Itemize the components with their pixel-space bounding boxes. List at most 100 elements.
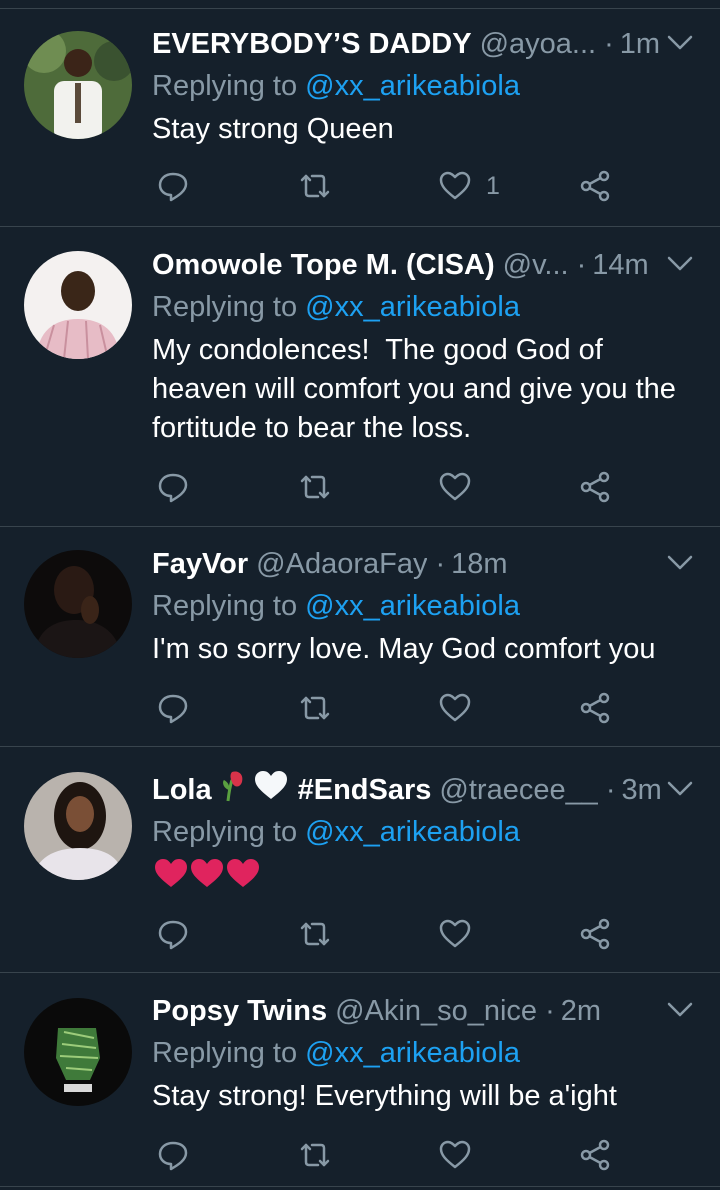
username[interactable]: @Akin_so_nice xyxy=(335,991,537,1031)
retweet-button[interactable] xyxy=(298,1135,332,1175)
reply-prefix: Replying to xyxy=(152,1037,298,1069)
like-button[interactable] xyxy=(438,688,472,728)
tweet[interactable]: Lola #EndSars @traecee__ · 3m Replying t… xyxy=(0,770,720,970)
red-heart-icon xyxy=(155,859,187,887)
divider xyxy=(0,746,720,747)
chevron-down-icon[interactable] xyxy=(666,253,694,275)
red-heart-icon xyxy=(227,859,259,887)
chevron-down-icon[interactable] xyxy=(666,778,694,800)
tweet-text: Stay strong! Everything will be a'ight xyxy=(152,1080,617,1112)
reply-prefix: Replying to xyxy=(152,70,298,102)
username[interactable]: @traecee__ xyxy=(439,770,597,810)
chevron-down-icon[interactable] xyxy=(666,32,694,54)
tweet-header: Popsy Twins @Akin_so_nice · 2m xyxy=(152,991,668,1031)
retweet-button[interactable] xyxy=(298,166,332,206)
like-button[interactable] xyxy=(438,467,472,507)
reply-button[interactable] xyxy=(156,688,190,728)
display-name[interactable]: Popsy Twins xyxy=(152,991,327,1031)
like-button[interactable] xyxy=(438,914,472,954)
share-button[interactable] xyxy=(578,166,612,206)
share-button[interactable] xyxy=(578,1135,612,1175)
retweet-icon xyxy=(300,696,330,720)
share-icon xyxy=(580,1139,610,1171)
avatar[interactable] xyxy=(24,251,132,359)
heart-icon xyxy=(439,693,471,722)
chevron-down-icon[interactable] xyxy=(666,999,694,1021)
timestamp[interactable]: 3m xyxy=(622,770,662,810)
divider xyxy=(0,526,720,527)
tweet-header: Lola #EndSars @traecee__ · 3m xyxy=(152,770,668,810)
reply-mention[interactable]: @xx_arikeabiola xyxy=(305,1037,520,1069)
retweet-button[interactable] xyxy=(298,688,332,728)
tweet-text: My condolences! The good God of heaven w… xyxy=(152,334,684,444)
tweet-text: I'm so sorry love. May God comfort you xyxy=(152,633,656,665)
reply-button[interactable] xyxy=(156,467,190,507)
divider xyxy=(0,972,720,973)
reply-icon xyxy=(158,1141,188,1171)
tweet-text: Stay strong Queen xyxy=(152,113,394,145)
display-name[interactable]: Omowole Tope M. (CISA) xyxy=(152,245,495,285)
timestamp[interactable]: 1m xyxy=(620,24,660,64)
tweet-text xyxy=(152,858,700,894)
like-button[interactable]: 1 xyxy=(438,166,500,206)
retweet-icon xyxy=(300,174,330,198)
username[interactable]: @AdaoraFay xyxy=(256,544,427,584)
display-name-hashtag[interactable]: #EndSars xyxy=(298,770,432,810)
like-count: 1 xyxy=(486,171,500,200)
action-bar xyxy=(0,1135,720,1175)
divider xyxy=(0,1186,720,1187)
display-name[interactable]: FayVor xyxy=(152,544,248,584)
separator-dot: · xyxy=(435,548,446,580)
timestamp[interactable]: 2m xyxy=(561,991,601,1031)
tweet[interactable]: FayVor @AdaoraFay · 18m Replying to @xx_… xyxy=(0,544,720,744)
retweet-button[interactable] xyxy=(298,914,332,954)
reply-button[interactable] xyxy=(156,166,190,206)
reply-prefix: Replying to xyxy=(152,291,298,323)
timestamp[interactable]: 14m xyxy=(592,245,648,285)
reply-mention[interactable]: @xx_arikeabiola xyxy=(305,70,520,102)
avatar[interactable] xyxy=(24,31,132,139)
reply-icon xyxy=(158,172,188,202)
action-bar xyxy=(0,688,720,728)
tweet[interactable]: Omowole Tope M. (CISA) @v... · 14m Reply… xyxy=(0,245,720,525)
heart-icon xyxy=(439,472,471,501)
retweet-icon xyxy=(300,1143,330,1167)
heart-icon xyxy=(439,171,471,200)
reply-mention[interactable]: @xx_arikeabiola xyxy=(305,291,520,323)
like-button[interactable] xyxy=(438,1135,472,1175)
avatar[interactable] xyxy=(24,998,132,1106)
heart-icon xyxy=(439,1140,471,1169)
reply-button[interactable] xyxy=(156,914,190,954)
username[interactable]: @ayoa... xyxy=(480,24,597,64)
white-heart-icon xyxy=(254,770,288,810)
display-name[interactable]: Lola xyxy=(152,770,212,810)
share-button[interactable] xyxy=(578,467,612,507)
share-button[interactable] xyxy=(578,914,612,954)
reply-icon xyxy=(158,920,188,950)
separator-dot: · xyxy=(576,249,587,281)
avatar[interactable] xyxy=(24,772,132,880)
reply-mention[interactable]: @xx_arikeabiola xyxy=(305,590,520,622)
username[interactable]: @v... xyxy=(503,245,569,285)
wilted-flower-icon xyxy=(220,770,246,810)
tweet-header: EVERYBODY’S DADDY @ayoa... · 1m xyxy=(152,24,668,64)
retweet-icon xyxy=(300,475,330,499)
action-bar xyxy=(0,467,720,507)
chevron-down-icon[interactable] xyxy=(666,552,694,574)
reply-context: Replying to @xx_arikeabiola xyxy=(152,586,520,626)
timestamp[interactable]: 18m xyxy=(451,544,507,584)
retweet-button[interactable] xyxy=(298,467,332,507)
reply-mention[interactable]: @xx_arikeabiola xyxy=(305,816,520,848)
tweet[interactable]: EVERYBODY’S DADDY @ayoa... · 1m Replying… xyxy=(0,24,720,224)
share-button[interactable] xyxy=(578,688,612,728)
display-name[interactable]: EVERYBODY’S DADDY xyxy=(152,24,472,64)
avatar[interactable] xyxy=(24,550,132,658)
tweet[interactable]: Popsy Twins @Akin_so_nice · 2m Replying … xyxy=(0,991,720,1185)
reply-icon xyxy=(158,473,188,503)
share-icon xyxy=(580,918,610,950)
divider xyxy=(0,8,720,9)
separator-dot: · xyxy=(545,995,555,1027)
reply-button[interactable] xyxy=(156,1135,190,1175)
tweet-header: Omowole Tope M. (CISA) @v... · 14m xyxy=(152,245,668,285)
divider xyxy=(0,226,720,227)
